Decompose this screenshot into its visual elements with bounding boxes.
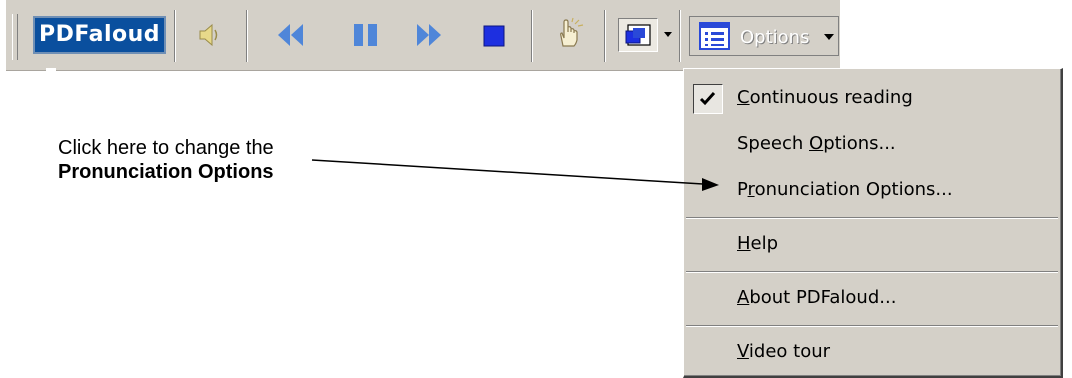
callout-arrow	[311, 159, 719, 191]
